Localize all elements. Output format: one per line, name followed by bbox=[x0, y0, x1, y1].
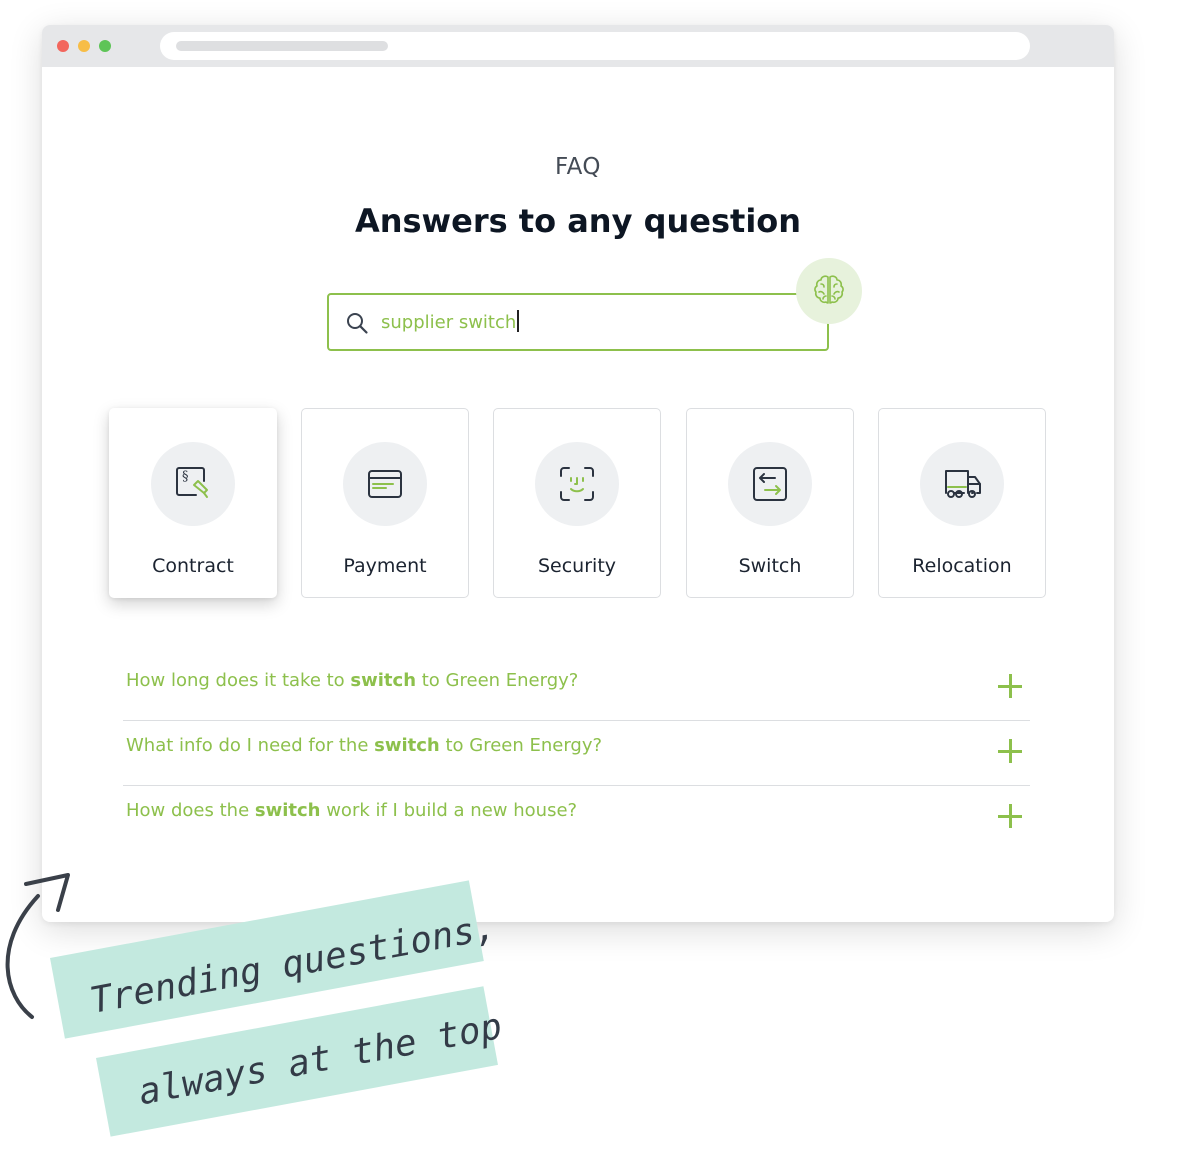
faq-item[interactable]: How does the switch work if I build a ne… bbox=[123, 785, 1030, 850]
page-title: Answers to any question bbox=[354, 202, 802, 240]
faq-question-text: What info do I need for the bbox=[126, 735, 375, 756]
faq-question-text: to Green Energy? bbox=[439, 735, 603, 756]
address-bar[interactable] bbox=[160, 32, 1030, 60]
plus-icon[interactable] bbox=[998, 739, 1022, 763]
category-label: Switch bbox=[738, 555, 802, 577]
credit-card-icon bbox=[368, 470, 402, 498]
ai-assistant-button[interactable] bbox=[796, 258, 862, 324]
category-icon-circle bbox=[728, 442, 812, 526]
search-query-text: supplier switch bbox=[381, 312, 517, 333]
address-placeholder-line bbox=[176, 41, 388, 51]
faq-question-text: work if I build a new house? bbox=[320, 800, 578, 821]
faq-item[interactable]: What info do I need for the switch to Gr… bbox=[123, 720, 1030, 786]
category-icon-circle: § bbox=[151, 442, 235, 526]
category-label: Relocation bbox=[912, 555, 1012, 577]
faq-question-text: How does the bbox=[126, 800, 255, 821]
plus-icon[interactable] bbox=[998, 804, 1022, 828]
contract-icon: § bbox=[176, 467, 208, 498]
category-icon-circle bbox=[535, 442, 619, 526]
faq-eyebrow: FAQ bbox=[554, 154, 602, 180]
category-label: Contract bbox=[152, 555, 234, 577]
annotation-text: always at the top bbox=[135, 1005, 506, 1114]
switch-arrows-icon bbox=[753, 467, 787, 501]
close-window-dot[interactable] bbox=[57, 40, 69, 52]
moving-truck-icon bbox=[945, 470, 981, 498]
category-card-contract[interactable]: § Contract bbox=[109, 408, 277, 598]
plus-icon[interactable] bbox=[998, 674, 1022, 698]
minimize-window-dot[interactable] bbox=[78, 40, 90, 52]
faq-question-text: How long does it take to bbox=[126, 670, 351, 691]
face-id-icon bbox=[560, 467, 594, 501]
faq-question: How does the switch work if I build a ne… bbox=[126, 800, 577, 821]
category-card-switch[interactable]: Switch bbox=[686, 408, 854, 598]
faq-question-text: to Green Energy? bbox=[416, 670, 579, 691]
svg-text:§: § bbox=[182, 469, 189, 484]
faq-question-keyword: switch bbox=[374, 735, 440, 756]
faq-question-keyword: switch bbox=[254, 800, 321, 821]
text-caret bbox=[517, 310, 519, 332]
brain-icon bbox=[814, 275, 844, 304]
category-label: Payment bbox=[343, 555, 427, 577]
search-input[interactable]: supplier switch bbox=[327, 293, 829, 351]
search-icon bbox=[347, 313, 368, 334]
faq-item[interactable]: How long does it take to switch to Green… bbox=[123, 655, 1030, 721]
search-query: supplier switch bbox=[381, 310, 519, 333]
category-card-payment[interactable]: Payment bbox=[301, 408, 469, 598]
faq-question: How long does it take to switch to Green… bbox=[126, 670, 578, 691]
category-card-relocation[interactable]: Relocation bbox=[878, 408, 1046, 598]
category-icon-circle bbox=[920, 442, 1004, 526]
category-icon-circle bbox=[343, 442, 427, 526]
faq-question-keyword: switch bbox=[350, 670, 417, 691]
browser-window: FAQ Answers to any question supplier swi… bbox=[42, 25, 1114, 922]
category-card-security[interactable]: Security bbox=[493, 408, 661, 598]
browser-titlebar bbox=[42, 25, 1114, 67]
category-label: Security bbox=[537, 555, 617, 577]
maximize-window-dot[interactable] bbox=[99, 40, 111, 52]
faq-question: What info do I need for the switch to Gr… bbox=[126, 735, 602, 756]
